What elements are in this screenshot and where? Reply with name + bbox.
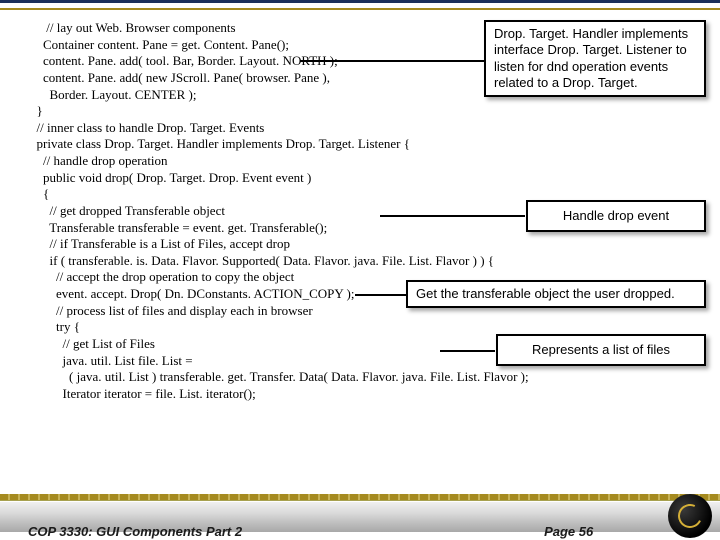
footer-page-number: Page 56	[544, 524, 593, 539]
slide: // lay out Web. Browser components Conta…	[0, 0, 720, 540]
connector-line	[380, 215, 525, 217]
ucf-logo-ring	[675, 501, 706, 532]
connector-line	[355, 294, 407, 296]
ucf-logo	[668, 494, 712, 538]
connector-line	[300, 60, 485, 62]
footer: COP 3330: GUI Components Part 2 Page 56 …	[0, 494, 720, 540]
callout-handle-drop: Handle drop event	[526, 200, 706, 232]
footer-course-title: COP 3330: GUI Components Part 2	[28, 524, 242, 539]
callout-drop-target-handler: Drop. Target. Handler implements interfa…	[484, 20, 706, 97]
callout-list-of-files: Represents a list of files	[496, 334, 706, 366]
callout-get-transferable: Get the transferable object the user dro…	[406, 280, 706, 308]
connector-line	[440, 350, 495, 352]
top-rule	[0, 0, 720, 10]
